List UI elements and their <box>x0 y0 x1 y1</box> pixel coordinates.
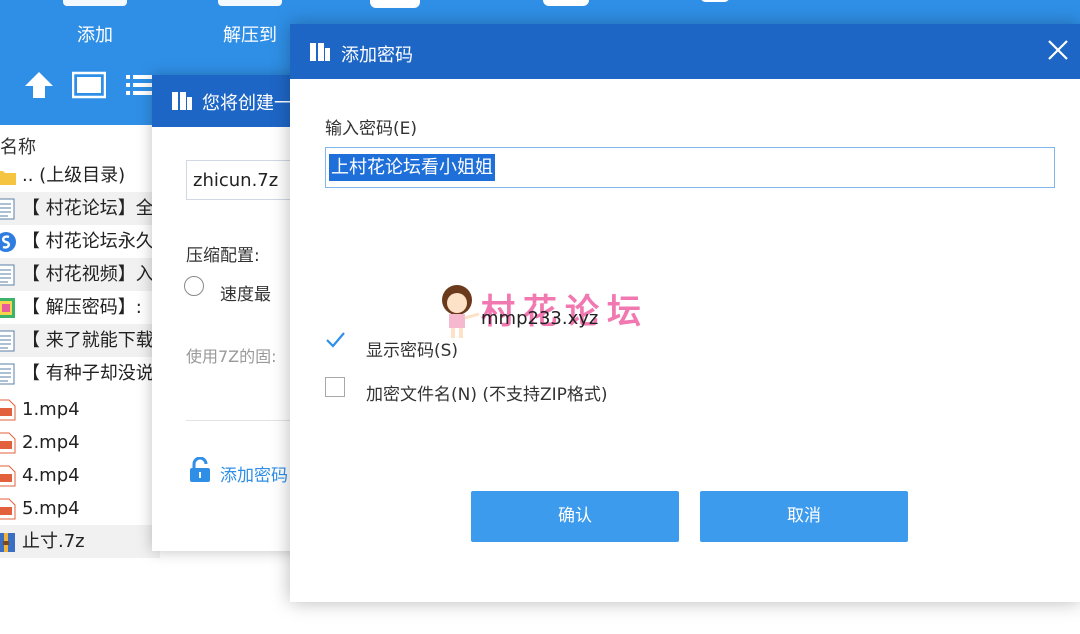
image-file-icon <box>0 298 15 318</box>
up-arrow-icon[interactable] <box>22 70 56 100</box>
extract-to-button[interactable]: 解压到 <box>195 0 305 60</box>
watermark-url: mmp233.xyz <box>481 308 599 329</box>
file-name: 【 解压密码】: <box>22 297 142 318</box>
archive-icon <box>0 533 15 552</box>
file-row-parent[interactable]: .. (上级目录) <box>0 159 160 192</box>
add-password-link[interactable]: 添加密码 <box>220 461 288 486</box>
sogou-icon <box>0 232 16 252</box>
column-header-name[interactable]: 名称 <box>0 133 36 159</box>
archive-app-icon <box>172 92 192 110</box>
file-name: 5.mp4 <box>22 498 80 519</box>
mp4-icon <box>0 465 16 487</box>
file-row[interactable]: 4.mp4 <box>0 459 160 492</box>
file-name: 【 村花视频】入 <box>22 264 154 285</box>
add-button-label: 添加 <box>77 25 113 46</box>
add-password-dialog: 添加密码 输入密码(E) 上村花论坛看小姐姐 显示密码(S) 加密文件名(N) … <box>290 24 1080 602</box>
file-row[interactable]: 【 解压密码】: <box>0 291 160 324</box>
solid-hint-text: 使用7Z的固: <box>186 347 277 366</box>
watermark: 村花论坛 mmp233.xyz <box>437 284 657 344</box>
password-field-label: 输入密码(E) <box>325 119 418 139</box>
file-name: .. (上级目录) <box>22 165 126 186</box>
test-icon[interactable] <box>370 0 420 8</box>
close-icon[interactable] <box>1044 36 1072 64</box>
mp4-icon <box>0 498 16 520</box>
file-row[interactable]: 【 村花论坛】全 <box>0 192 160 225</box>
dialog-title-bar: 添加密码 <box>290 24 1080 79</box>
add-button[interactable]: 添加 <box>40 0 150 60</box>
file-row[interactable]: 1.mp4 <box>0 393 160 426</box>
file-row[interactable]: 5.mp4 <box>0 492 160 525</box>
file-list: 名称 .. (上级目录) 【 村花论坛】全 【 村花论坛永久 【 村花视频】入 … <box>0 125 160 634</box>
file-row[interactable]: 止寸.7z <box>0 525 160 558</box>
text-file-icon <box>0 264 15 286</box>
compress-config-label: 压缩配置: <box>186 246 260 266</box>
file-name: 4.mp4 <box>22 465 80 486</box>
password-value: 上村花论坛看小姐姐 <box>329 154 495 181</box>
show-password-checkbox[interactable] <box>325 330 345 350</box>
file-row[interactable]: 【 有种子却没说 <box>0 357 160 390</box>
add-icon <box>63 0 127 6</box>
unlock-icon[interactable] <box>188 457 212 483</box>
encrypt-filenames-label[interactable]: 加密文件名(N) (不支持ZIP格式) <box>366 380 608 405</box>
file-name: 【 村花论坛】全 <box>22 198 154 219</box>
file-name: 2.mp4 <box>22 432 80 453</box>
encrypt-filenames-checkbox[interactable] <box>325 377 345 397</box>
file-name: 【 村花论坛永久 <box>22 231 154 252</box>
dialog-title: 添加密码 <box>341 45 413 66</box>
file-row[interactable]: 【 村花论坛永久 <box>0 225 160 258</box>
extract-icon <box>218 0 282 6</box>
confirm-button[interactable]: 确认 <box>471 491 679 542</box>
folder-icon <box>0 171 16 185</box>
file-row[interactable]: 【 村花视频】入 <box>0 258 160 291</box>
dialog-title: 您将创建一 <box>202 93 292 114</box>
password-input[interactable]: 上村花论坛看小姐姐 <box>325 147 1055 188</box>
mp4-icon <box>0 432 16 454</box>
cancel-button[interactable]: 取消 <box>700 491 908 542</box>
archive-app-icon <box>310 43 330 61</box>
file-row[interactable]: 【 来了就能下载 <box>0 324 160 357</box>
view-file-icon[interactable] <box>543 0 589 6</box>
file-name: 【 来了就能下载 <box>22 330 154 351</box>
mp4-icon <box>0 399 16 421</box>
file-name: 1.mp4 <box>22 399 80 420</box>
speed-radio-label[interactable]: 速度最 <box>220 280 271 305</box>
cartoon-girl-icon <box>442 285 480 338</box>
extract-to-button-label: 解压到 <box>223 25 277 46</box>
file-row[interactable]: 2.mp4 <box>0 426 160 459</box>
file-name: 【 有种子却没说 <box>22 363 154 384</box>
view-icon[interactable] <box>72 70 106 100</box>
file-name: 止寸.7z <box>22 531 85 552</box>
speed-radio[interactable] <box>184 276 204 296</box>
text-file-icon <box>0 330 15 352</box>
text-file-icon <box>0 363 15 385</box>
text-file-icon <box>0 198 15 220</box>
delete-icon[interactable] <box>700 0 730 2</box>
